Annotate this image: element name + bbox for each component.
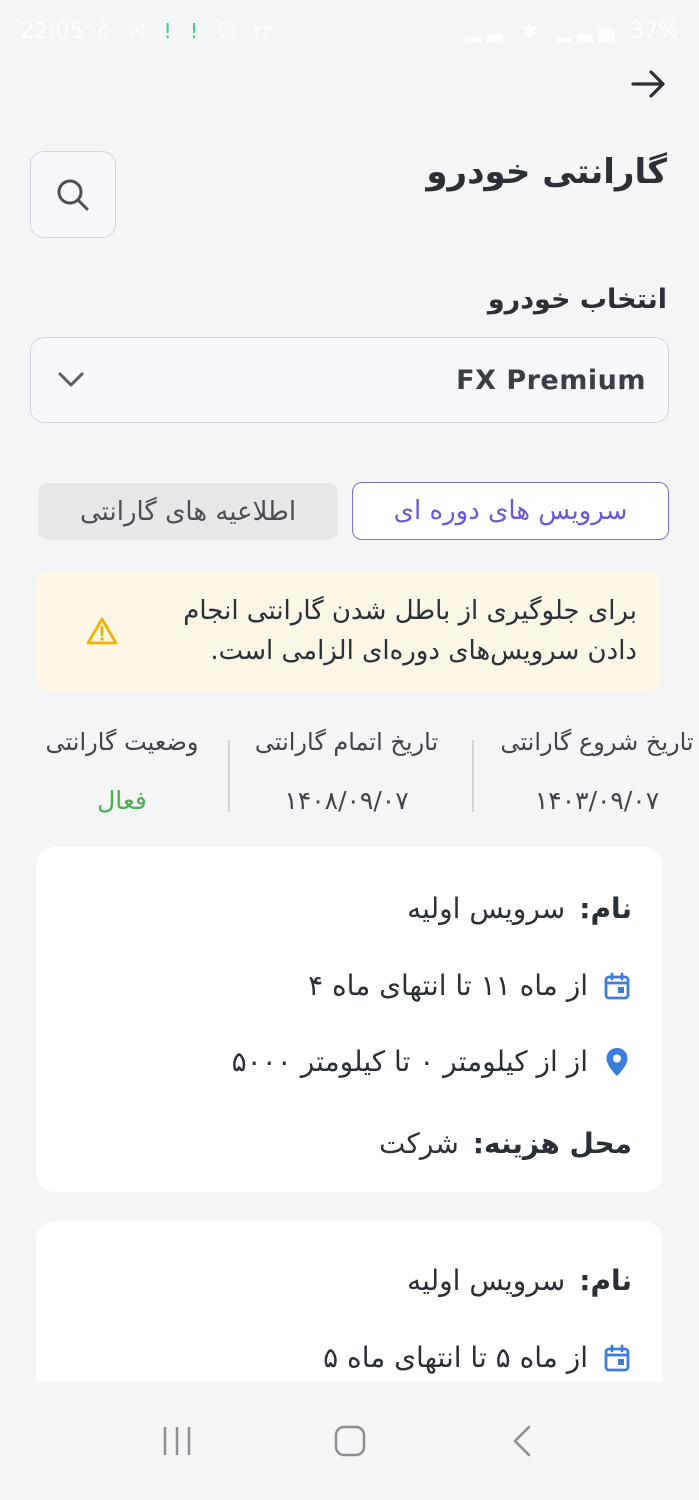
warning-banner: برای جلوگیری از باطل شدن گارانتی انجام د… [36,571,661,691]
notification-icons: ✆ ✉ ! ! ☺ [93,19,244,43]
battery-level: 37% [630,18,679,44]
page-title: گارانتی خودرو [426,152,667,192]
service-card: نام: سرویس اولیه از ماه ۵ تا انتهای ماه … [36,1221,662,1382]
vehicle-select-label: انتخاب خودرو [487,284,667,315]
vehicle-select[interactable]: FX Premium [30,337,669,423]
signal-icon: ▂▃ ✱ ▂▃▅ [465,19,621,43]
warranty-start-label: تاریخ شروع گارانتی [500,728,694,756]
service-cost-key: محل هزینه: [472,1127,632,1160]
status-extra: ۲۲ [253,20,273,42]
service-month-row: از ماه ۱۱ تا انتهای ماه ۴ [308,969,632,1002]
vehicle-select-value: FX Premium [456,364,646,396]
status-left: 22:05 ✆ ✉ ! ! ☺ ۲۲ [20,19,273,44]
service-card: نام: سرویس اولیه از ماه ۱۱ تا انتهای ماه… [36,847,662,1192]
location-pin-icon [602,1047,632,1077]
back-nav-icon[interactable] [506,1424,540,1458]
search-button[interactable] [30,151,116,238]
status-bar: 22:05 ✆ ✉ ! ! ☺ ۲۲ ▂▃ ✱ ▂▃▅ 37% [0,0,699,62]
tab-warranty-notices[interactable]: اطلاعیه های گارانتی [38,483,338,540]
service-month-row: از ماه ۵ تا انتهای ماه ۵ [323,1341,632,1374]
divider [472,740,474,812]
warranty-start-value: ۱۴۰۳/۰۹/۰۷ [534,786,660,815]
calendar-icon [602,971,632,1001]
arrow-right-icon [631,70,665,98]
warranty-status-value: فعال [97,786,147,815]
service-name-value: سرویس اولیه [407,1264,566,1297]
service-name-row: نام: سرویس اولیه [407,1264,632,1297]
recent-apps-icon[interactable] [160,1424,194,1458]
service-month-range: از ماه ۱۱ تا انتهای ماه ۴ [308,969,588,1002]
service-month-range: از ماه ۵ تا انتهای ماه ۵ [323,1341,588,1374]
home-icon[interactable] [333,1424,367,1458]
chevron-down-icon [58,372,84,387]
warranty-status: وضعیت گارانتی فعال [27,720,217,830]
system-nav-bar [0,1382,699,1500]
service-name-key: نام: [579,892,632,925]
service-km-range: از از کیلومتر ۰ تا کیلومتر ۵۰۰۰ [231,1045,588,1078]
service-km-row: از از کیلومتر ۰ تا کیلومتر ۵۰۰۰ [232,1045,632,1078]
warning-icon [86,617,118,645]
warning-text: برای جلوگیری از باطل شدن گارانتی انجام د… [183,595,637,666]
calendar-icon [602,1343,632,1373]
clock: 22:05 [20,18,84,44]
status-right: ▂▃ ✱ ▂▃▅ 37% [466,19,679,44]
warranty-start: تاریخ شروع گارانتی ۱۴۰۳/۰۹/۰۷ [487,720,699,830]
warranty-status-label: وضعیت گارانتی [45,728,199,756]
service-cost-row: محل هزینه: شرکت [379,1127,632,1160]
search-icon [57,179,89,210]
tab-periodic-services[interactable]: سرویس های دوره ای [352,482,669,540]
warranty-info-row: تاریخ شروع گارانتی ۱۴۰۳/۰۹/۰۷ تاریخ اتما… [0,720,699,830]
service-name-row: نام: سرویس اولیه [407,892,632,925]
service-cost-value: شرکت [379,1127,459,1160]
back-button[interactable] [629,64,669,104]
warranty-end: تاریخ اتمام گارانتی ۱۴۰۸/۰۹/۰۷ [234,720,459,830]
divider [228,740,230,812]
warranty-end-value: ۱۴۰۸/۰۹/۰۷ [284,786,409,815]
service-name-key: نام: [579,1264,632,1297]
warranty-end-label: تاریخ اتمام گارانتی [254,728,439,756]
service-name-value: سرویس اولیه [407,892,566,925]
